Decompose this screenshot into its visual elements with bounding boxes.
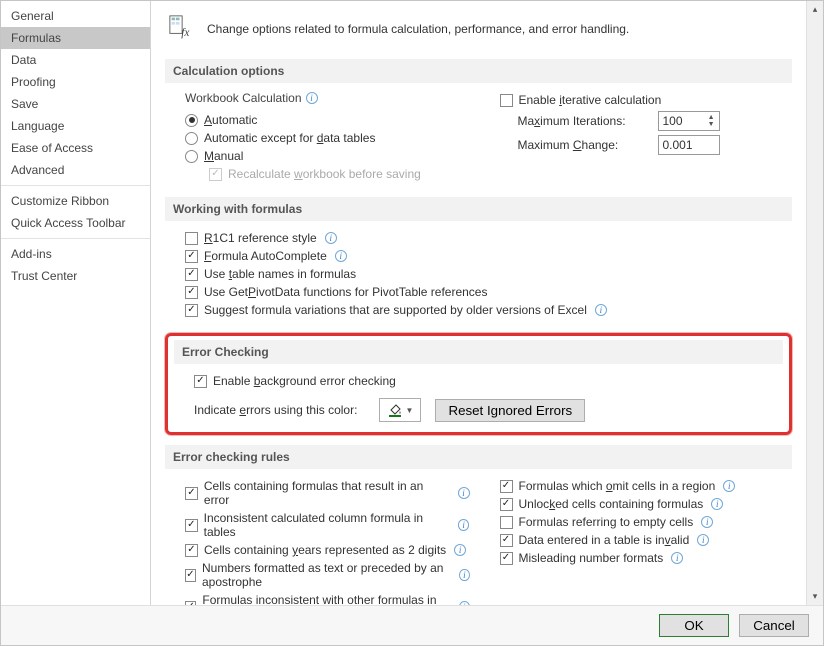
check-rule-inconsistent-region[interactable]	[185, 601, 196, 606]
check-rule-unlocked[interactable]	[500, 498, 513, 511]
radio-auto-except-tables-label: Automatic except for data tables	[204, 131, 375, 145]
check-recalculate-before-save-label: Recalculate workbook before saving	[228, 167, 421, 181]
max-iterations-label: Maximum Iterations:	[518, 114, 648, 128]
info-icon[interactable]	[701, 516, 713, 528]
dialog-footer: OK Cancel	[1, 606, 823, 645]
workbook-calculation-label: Workbook Calculation	[185, 91, 302, 105]
check-rule-misleading-formats-label: Misleading number formats	[519, 551, 664, 565]
check-formula-autocomplete[interactable]	[185, 250, 198, 263]
check-rule-formula-error-label: Cells containing formulas that result in…	[204, 479, 450, 507]
sidebar-item-advanced[interactable]: Advanced	[1, 159, 150, 181]
check-rule-empty-cells[interactable]	[500, 516, 513, 529]
check-rule-omit-cells-label: Formulas which omit cells in a region	[519, 479, 716, 493]
section-error-checking-rules: Error checking rules	[165, 445, 792, 469]
check-r1c1-label: R1C1 reference style	[204, 231, 317, 245]
vertical-scrollbar[interactable]: ▴ ▾	[806, 1, 823, 605]
check-rule-formula-error[interactable]	[185, 487, 198, 500]
paint-bucket-icon	[387, 402, 403, 418]
check-rule-inconsistent-region-label: Formulas inconsistent with other formula…	[202, 593, 451, 605]
check-rule-2digit-years-label: Cells containing years represented as 2 …	[204, 543, 446, 557]
cancel-button[interactable]: Cancel	[739, 614, 809, 637]
max-iterations-input[interactable]: 100 ▲▼	[658, 111, 720, 131]
radio-auto-except-tables[interactable]	[185, 132, 198, 145]
info-icon[interactable]	[325, 232, 337, 244]
info-icon[interactable]	[458, 519, 470, 531]
sidebar-item-general[interactable]: General	[1, 5, 150, 27]
info-icon[interactable]	[335, 250, 347, 262]
svg-text:fx: fx	[181, 27, 189, 39]
options-content: fx Change options related to formula cal…	[151, 1, 806, 605]
radio-automatic[interactable]	[185, 114, 198, 127]
info-icon[interactable]	[671, 552, 683, 564]
info-icon[interactable]	[697, 534, 709, 546]
info-icon[interactable]	[306, 92, 318, 104]
check-rule-misleading-formats[interactable]	[500, 552, 513, 565]
check-enable-background-error-label: Enable background error checking	[213, 374, 396, 388]
info-icon[interactable]	[454, 544, 466, 556]
sidebar-item-quick-access-toolbar[interactable]: Quick Access Toolbar	[1, 212, 150, 234]
sidebar-item-language[interactable]: Language	[1, 115, 150, 137]
check-table-names-label: Use table names in formulas	[204, 267, 356, 281]
page-description: Change options related to formula calcul…	[207, 22, 629, 36]
check-recalculate-before-save	[209, 168, 222, 181]
check-rule-omit-cells[interactable]	[500, 480, 513, 493]
check-rule-empty-cells-label: Formulas referring to empty cells	[519, 515, 694, 529]
check-formula-autocomplete-label: Formula AutoComplete	[204, 249, 327, 263]
chevron-down-icon: ▼	[405, 406, 413, 415]
indicate-color-label: Indicate errors using this color:	[194, 403, 357, 417]
info-icon[interactable]	[711, 498, 723, 510]
check-rule-2digit-years[interactable]	[185, 544, 198, 557]
sidebar-item-ease-of-access[interactable]: Ease of Access	[1, 137, 150, 159]
check-r1c1[interactable]	[185, 232, 198, 245]
radio-manual[interactable]	[185, 150, 198, 163]
reset-ignored-errors-button[interactable]: Reset Ignored Errors	[435, 399, 585, 422]
max-change-input[interactable]: 0.001	[658, 135, 720, 155]
scroll-up-icon[interactable]: ▴	[807, 1, 823, 18]
check-rule-inconsistent-column[interactable]	[185, 519, 198, 532]
check-suggest-variations[interactable]	[185, 304, 198, 317]
options-sidebar: General Formulas Data Proofing Save Lang…	[1, 1, 151, 605]
check-rule-invalid-table-data[interactable]	[500, 534, 513, 547]
check-rule-inconsistent-column-label: Inconsistent calculated column formula i…	[204, 511, 450, 539]
check-enable-background-error[interactable]	[194, 375, 207, 388]
ok-button[interactable]: OK	[659, 614, 729, 637]
formulas-icon: fx	[169, 15, 197, 43]
info-icon[interactable]	[459, 569, 469, 581]
info-icon[interactable]	[459, 601, 470, 605]
section-calculation-options: Calculation options	[165, 59, 792, 83]
sidebar-item-proofing[interactable]: Proofing	[1, 71, 150, 93]
section-working-with-formulas: Working with formulas	[165, 197, 792, 221]
check-table-names[interactable]	[185, 268, 198, 281]
sidebar-item-data[interactable]: Data	[1, 49, 150, 71]
error-checking-highlight: Error Checking Enable background error c…	[165, 333, 792, 435]
radio-manual-label: Manual	[204, 149, 243, 163]
sidebar-item-save[interactable]: Save	[1, 93, 150, 115]
section-error-checking: Error Checking	[174, 340, 783, 364]
check-rule-unlocked-label: Unlocked cells containing formulas	[519, 497, 704, 511]
check-suggest-variations-label: Suggest formula variations that are supp…	[204, 303, 587, 317]
sidebar-item-customize-ribbon[interactable]: Customize Ribbon	[1, 190, 150, 212]
check-rule-numbers-as-text[interactable]	[185, 569, 196, 582]
info-icon[interactable]	[723, 480, 735, 492]
spinner-icon[interactable]: ▲▼	[708, 114, 715, 128]
check-getpivotdata-label: Use GetPivotData functions for PivotTabl…	[204, 285, 487, 299]
sidebar-item-trust-center[interactable]: Trust Center	[1, 265, 150, 287]
scroll-down-icon[interactable]: ▾	[807, 588, 823, 605]
sidebar-item-add-ins[interactable]: Add-ins	[1, 243, 150, 265]
check-enable-iterative[interactable]	[500, 94, 513, 107]
check-enable-iterative-label: Enable iterative calculation	[519, 93, 662, 107]
check-getpivotdata[interactable]	[185, 286, 198, 299]
error-color-picker[interactable]: ▼	[379, 398, 421, 422]
check-rule-invalid-table-data-label: Data entered in a table is invalid	[519, 533, 690, 547]
max-change-label: Maximum Change:	[518, 138, 648, 152]
check-rule-numbers-as-text-label: Numbers formatted as text or preceded by…	[202, 561, 451, 589]
radio-automatic-label: Automatic	[204, 113, 257, 127]
info-icon[interactable]	[595, 304, 607, 316]
info-icon[interactable]	[458, 487, 470, 499]
sidebar-item-formulas[interactable]: Formulas	[1, 27, 150, 49]
